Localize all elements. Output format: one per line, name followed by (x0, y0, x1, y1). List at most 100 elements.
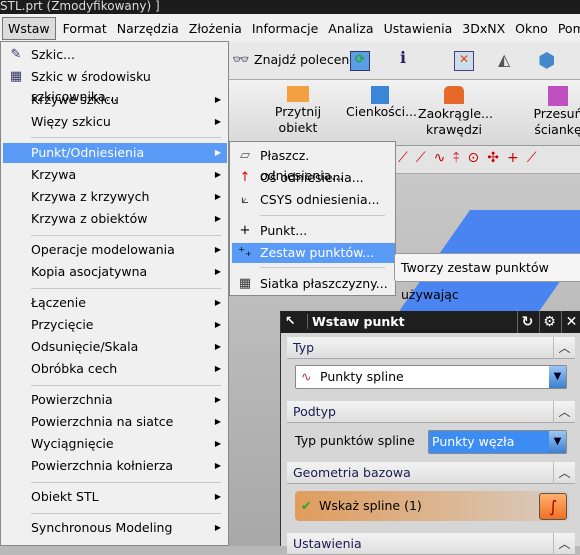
datum-axis-icon: ↑ (239, 170, 251, 185)
section-title: Podtyp (293, 404, 336, 419)
find-command-button[interactable]: Znajdź polecenie (254, 52, 360, 67)
datum-csys-icon: ⟀ (241, 192, 249, 207)
chevron-down-icon[interactable]: ▼ (549, 431, 566, 453)
menu-2[interactable]: Narzędzia (112, 18, 184, 39)
section-type[interactable]: Typ ︿ (287, 337, 575, 359)
section-base-geometry[interactable]: Geometria bazowa ︿ (287, 462, 575, 484)
info-icon[interactable]: ℹ (400, 48, 406, 67)
reset-icon[interactable]: ↻ (517, 311, 537, 333)
menu-item-label: Łączenie (31, 295, 86, 310)
label: Przytnij (274, 104, 322, 119)
insert-menu-item[interactable]: Odsunięcie/Skala ▶ (3, 337, 227, 357)
insert-menu-item[interactable]: Synchronous Modeling ▶ (3, 518, 227, 538)
insert-menu-item[interactable]: Krzywa z obiektów ▶ (3, 209, 227, 229)
submenu-arrow-icon: ▶ (214, 523, 221, 532)
insert-menu-item[interactable]: Powierzchnia ▶ (3, 390, 227, 410)
collapse-icon[interactable]: ︿ (553, 462, 575, 484)
menu-4[interactable]: Informacje (247, 18, 323, 39)
insert-menu-item[interactable]: Obiekt STL ▶ (3, 487, 227, 507)
submenu-item[interactable]: ↑ Oś odniesienia... (232, 168, 395, 188)
label: obiekt (278, 120, 318, 135)
refresh-icon[interactable]: ⟳ (350, 51, 370, 71)
submenu-arrow-icon: ▶ (214, 267, 221, 276)
submenu-arrow-icon: ▶ (214, 170, 221, 179)
insert-menu-item[interactable]: Obróbka cech ▶ (3, 359, 227, 379)
fit-view-icon[interactable]: ✕ (454, 51, 474, 71)
submenu-arrow-icon: ▶ (214, 417, 221, 426)
shell-button[interactable]: Cienkości... (346, 86, 417, 120)
submenu-arrow-icon: ▶ (214, 148, 221, 157)
submenu-item[interactable]: ▦ Siatka płaszczyzny... (232, 274, 395, 294)
insert-menu-item[interactable]: Przycięcie ▶ (3, 315, 227, 335)
render-style-icon[interactable]: ◭ (498, 50, 510, 69)
insert-menu-item[interactable]: Wyciągnięcie ▶ (3, 434, 227, 454)
menu-item-label: CSYS odniesienia... (260, 192, 380, 207)
menu-1[interactable]: Format (58, 18, 112, 39)
submenu-arrow-icon: ▶ (214, 492, 221, 501)
insert-menu-item[interactable]: Krzywe szkicu ▶ (3, 90, 227, 110)
insert-menu-item[interactable]: Krzywa ▶ (3, 165, 227, 185)
dialog-header: ↖ Wstaw punkt ↻ ⚙ ✕ (281, 311, 580, 333)
subtype-value: Punkty węzła (432, 434, 515, 449)
collapse-icon[interactable]: ︿ (553, 533, 575, 555)
edge-blend-button[interactable]: Zaokrągle... krawędzi (418, 86, 493, 138)
menu-item-label: Powierzchnia (31, 392, 113, 407)
select-spline-label: Wskaż spline (1) (319, 498, 422, 513)
insert-menu-item[interactable]: Krzywa z krzywych ▶ (3, 187, 227, 207)
insert-menu-item[interactable]: Łączenie ▶ (3, 293, 227, 313)
submenu-item[interactable]: + Punkt... (232, 221, 395, 241)
label: Zaokrągle... (418, 106, 493, 121)
view-cube-icon[interactable]: ⬢ (538, 48, 555, 72)
insert-menu-item[interactable]: Więzy szkicu ▶ (3, 112, 227, 132)
section-subtype[interactable]: Podtyp ︿ (287, 401, 575, 423)
chevron-down-icon[interactable]: ▼ (549, 366, 566, 388)
submenu-item[interactable]: ▱ Płaszcz. odniesienia... (232, 146, 395, 183)
menu-separator (260, 215, 385, 216)
menu-separator (31, 137, 221, 138)
menu-9[interactable]: Pomoc (553, 18, 580, 39)
menu-6[interactable]: Ustawienia (379, 18, 458, 39)
snap-point-icons[interactable]: ⟋⟋∿⤉⊙✣+⟋ (398, 150, 545, 166)
menu-item-label: Powierzchnia kołnierza (31, 458, 174, 473)
insert-point-dialog: ↖ Wstaw punkt ↻ ⚙ ✕ Typ ︿ ∿ Punkty spline ▼… (280, 311, 580, 555)
binoculars-icon: 👓 (232, 52, 250, 68)
menu-5[interactable]: Analiza (323, 18, 378, 39)
close-icon[interactable]: ✕ (561, 311, 580, 333)
subtype-dropdown[interactable]: Punkty węzła ▼ (428, 430, 567, 454)
submenu-arrow-icon: ▶ (214, 117, 221, 126)
section-title: Typ (293, 340, 315, 355)
insert-menu-item[interactable]: Powierzchnia na siatce ▶ (3, 412, 227, 432)
spline-select-icon[interactable]: ∫ (539, 493, 567, 520)
select-spline-row[interactable]: ✔ Wskaż spline (1) ∫ (295, 491, 569, 521)
submenu-item[interactable]: ⟀ CSYS odniesienia... (232, 190, 395, 210)
submenu-item[interactable]: ⁺₊ Zestaw punktów... (232, 243, 395, 263)
insert-menu-item[interactable]: Punkt/Odniesienia ▶ (3, 143, 227, 163)
collapse-icon[interactable]: ︿ (553, 401, 575, 423)
menu-8[interactable]: Okno (510, 18, 553, 39)
insert-menu-item[interactable]: Powierzchnia kołnierza ▶ (3, 456, 227, 476)
menu-item-label: Przycięcie (31, 317, 94, 332)
pin-icon[interactable]: ↖ (285, 313, 295, 328)
point-icon: + (239, 223, 251, 238)
collapse-icon[interactable]: ︿ (553, 337, 575, 359)
menu-item-label: Krzywa (31, 167, 77, 182)
insert-menu-item[interactable]: ✎ Szkic... (3, 45, 227, 65)
settings-gear-icon[interactable]: ⚙ (539, 311, 559, 333)
point-set-icon: ⁺₊ (238, 245, 252, 260)
menu-item-label: Powierzchnia na siatce (31, 414, 174, 429)
shell-icon (371, 86, 389, 104)
insert-menu-item[interactable]: Kopia asocjatywna ▶ (3, 262, 227, 282)
move-face-button[interactable]: Przesuń ściankę (528, 86, 580, 138)
feature-toolbar: Przytnij obiekt Cienkości... Zaokrągle...… (228, 80, 580, 146)
type-value: Punkty spline (320, 369, 404, 384)
insert-menu-item[interactable]: ▦ Szkic w środowisku szkicownika... (3, 67, 227, 104)
menu-0[interactable]: Wstaw (2, 16, 56, 40)
menu-3[interactable]: Złożenia (184, 18, 247, 39)
insert-menu-item[interactable]: Operacje modelowania ▶ (3, 240, 227, 260)
menubar: Wstaw Format Narzędzia Złożenia Informacje An… (0, 14, 580, 42)
menu-7[interactable]: 3DxNX (457, 18, 510, 39)
trim-body-button[interactable]: Przytnij obiekt (268, 86, 328, 136)
type-dropdown[interactable]: ∿ Punkty spline ▼ (295, 365, 567, 389)
submenu-arrow-icon: ▶ (214, 461, 221, 470)
section-settings[interactable]: Ustawienia ︿ (287, 533, 575, 555)
